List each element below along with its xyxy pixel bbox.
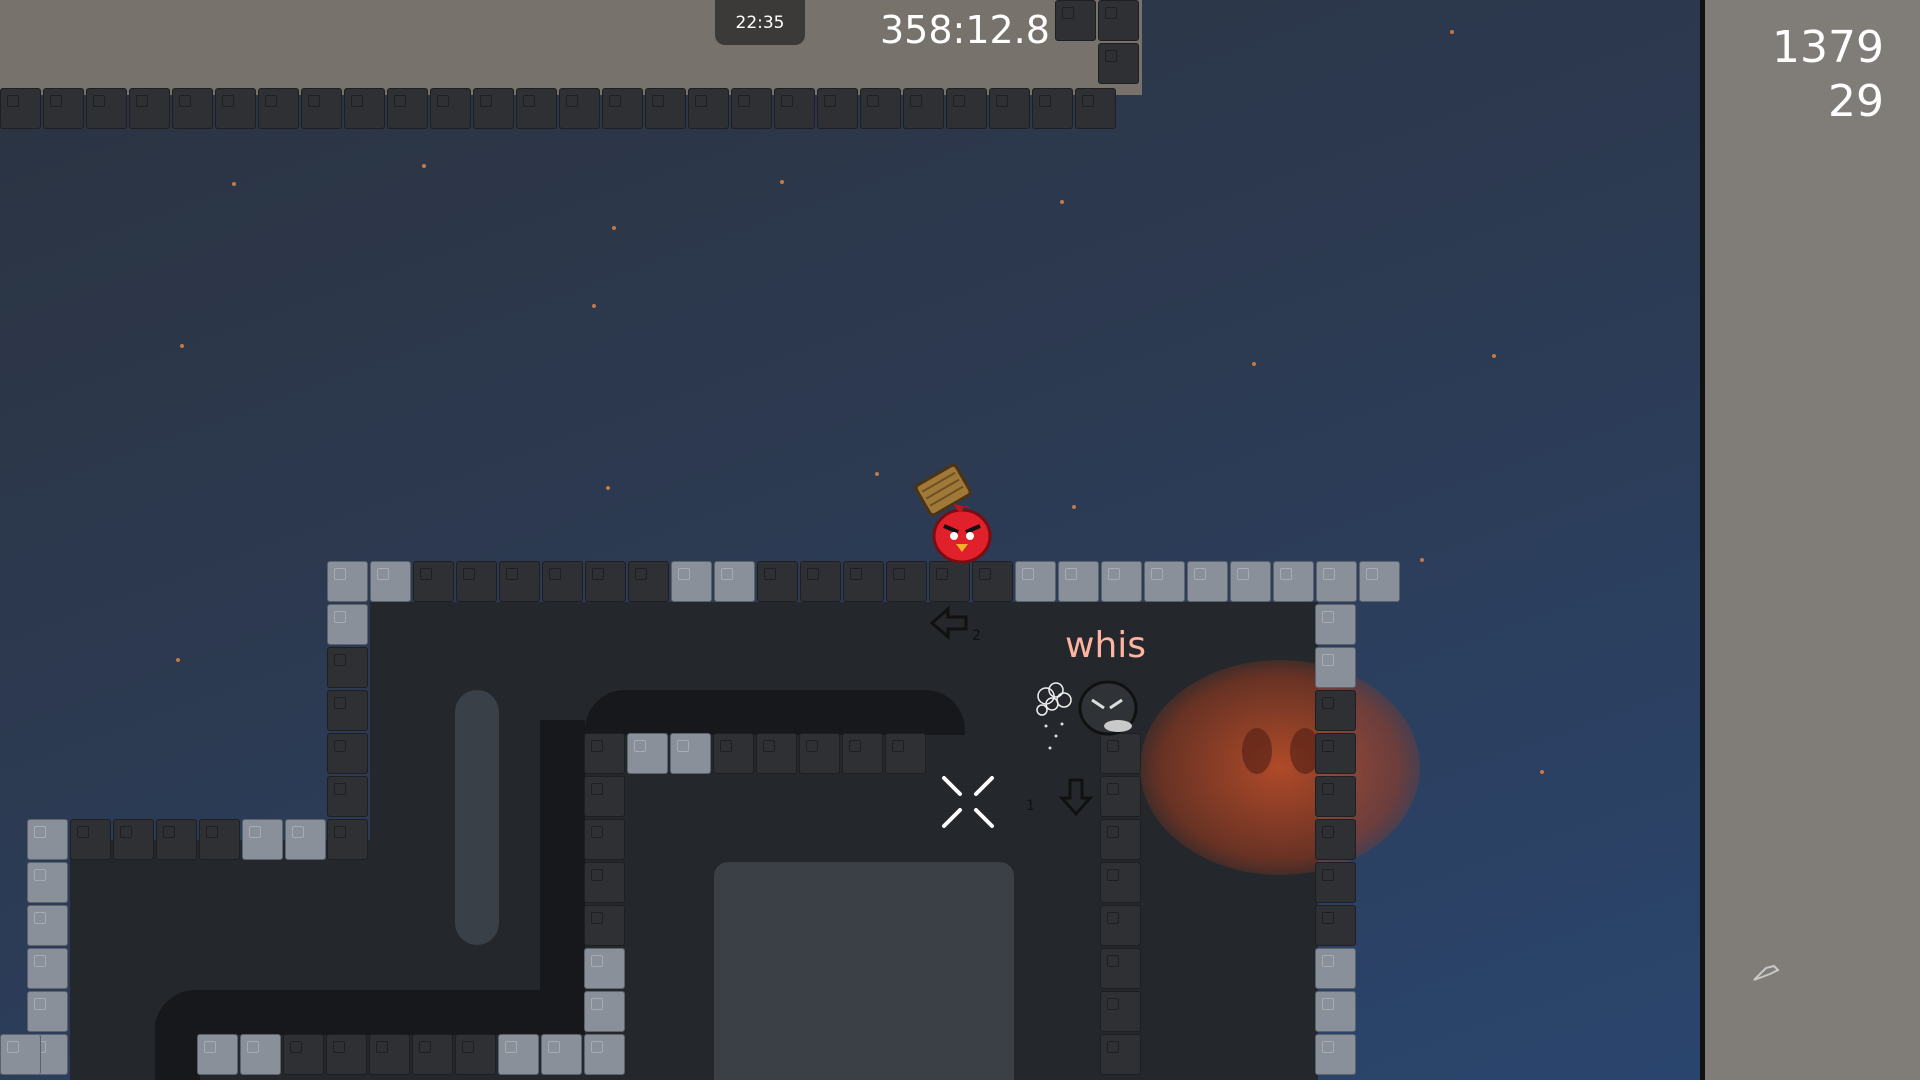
inner-wall (584, 733, 625, 1077)
shadow-path-bottom (155, 990, 585, 1035)
dark-tee-icon (1078, 678, 1142, 740)
ceiling-tiles (0, 88, 1118, 129)
arrow-down-number: 1 (1026, 798, 1035, 814)
race-timer: 358:12.8 (880, 8, 1050, 52)
main-platform (327, 561, 1402, 602)
shadow-path-top (585, 690, 965, 735)
arrow-left-number: 2 (972, 628, 981, 644)
bottom-left-tiles (0, 1034, 43, 1075)
inner-platform (627, 733, 928, 774)
small-weapon-icon (1752, 960, 1782, 988)
ceiling-corner-tiles (1055, 0, 1098, 41)
left-wall-upper (327, 604, 368, 862)
score-primary: 1379 (1772, 22, 1884, 73)
ceiling-column (1098, 0, 1139, 86)
game-clock: 22:35 (715, 0, 805, 45)
center-column (1100, 733, 1141, 1077)
bottom-floor (197, 1034, 584, 1075)
red-bird-tee-icon (928, 500, 996, 568)
freeze-area-right (1705, 0, 1920, 1080)
background-block (714, 862, 1014, 1080)
score-secondary: 29 (1828, 76, 1884, 127)
left-ledge (27, 819, 328, 860)
right-wall (1315, 604, 1356, 1077)
shadow-path-down (155, 1020, 200, 1080)
crosshair-icon (940, 774, 996, 834)
background-pillar (455, 690, 499, 945)
player-name-whis: whis (1065, 625, 1147, 666)
shadow-path-vertical (540, 720, 585, 1010)
left-arrow-icon (928, 605, 970, 645)
orange-blob-tee (1140, 660, 1420, 875)
down-arrow-icon (1058, 776, 1094, 822)
